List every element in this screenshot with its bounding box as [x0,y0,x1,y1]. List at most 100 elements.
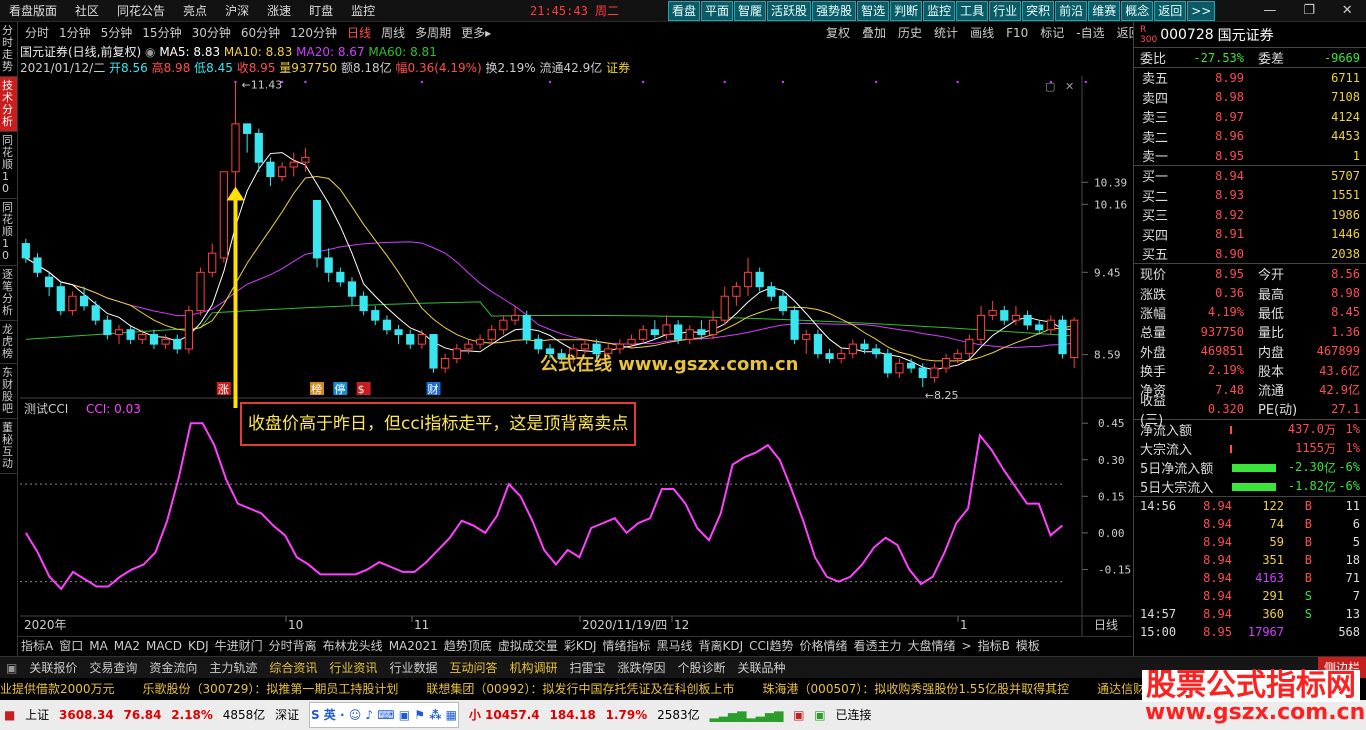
period-option[interactable]: 60分钟 [236,23,285,43]
book-price: 8.92 [1215,207,1244,222]
bottom-tab[interactable]: 综合资讯 [263,657,323,679]
quick-button[interactable]: 平面 [701,1,734,21]
minimize-icon[interactable]: — [1263,0,1276,22]
quick-button[interactable]: 概念 [1121,1,1154,21]
left-nav-item[interactable]: 董秘互动 [0,419,17,474]
bottom-tab[interactable]: 个股诊断 [672,657,732,679]
settings-icon[interactable]: ◉ [145,45,159,59]
indicator-tab[interactable]: 指标B [975,637,1013,655]
quick-button[interactable]: 智选 [857,1,890,21]
toolbar-button[interactable]: 画线 [964,23,1000,43]
indicator-tab[interactable]: 牛进财门 [212,637,266,655]
bottom-tab[interactable]: 涨跌停因 [612,657,672,679]
top-menu-item[interactable]: 沪深 [216,0,258,22]
bottom-tab[interactable]: 互动问答 [443,657,503,679]
bottom-tab[interactable]: 关联报价 [23,657,83,679]
period-option[interactable]: 更多▸ [456,23,496,43]
top-menu-item[interactable]: 监控 [342,0,384,22]
bottom-tab[interactable]: 行业资讯 [323,657,383,679]
indicator-tab[interactable]: > [959,637,975,655]
period-option[interactable]: 120分钟 [285,23,342,43]
indicator-tab[interactable]: 背离KDJ [696,637,747,655]
quick-button[interactable]: 维赛 [1088,1,1121,21]
top-menu-item[interactable]: 盯盘 [300,0,342,22]
quick-button[interactable]: 返回 [1154,1,1187,21]
period-option[interactable]: 15分钟 [137,23,186,43]
left-nav-item[interactable]: 分时走势 [0,22,17,77]
toolbar-button[interactable]: F10 [1000,23,1034,43]
bottom-tab[interactable]: 行业数据 [383,657,443,679]
alert-icon[interactable]: ▣ [793,708,804,722]
ime-toolbar[interactable]: S 英 · ☺ ♪ ⌨ ▣ ⚑ ⁂ ▦ [308,702,459,728]
quick-button[interactable]: 行业 [989,1,1022,21]
indicator-tab[interactable]: 模板 [1013,637,1043,655]
toolbar-button[interactable]: 标记 [1034,23,1070,43]
quick-button[interactable]: 智龎 [734,1,767,21]
quick-button[interactable]: >> [1187,1,1216,21]
indicator-tab[interactable]: 指标A [18,637,56,655]
top-menu-item[interactable]: 同花公告 [108,0,174,22]
toolbar-button[interactable]: -自选 [1070,23,1110,43]
indicator-tab[interactable]: MA2 [111,637,143,655]
indicator-tab[interactable]: 黑马线 [654,637,696,655]
period-option[interactable]: 分时 [20,23,54,43]
left-nav-item[interactable]: 逐笔分析 [0,266,17,321]
indicator-tab[interactable]: 看透主力 [851,637,905,655]
ticker-item[interactable]: 乐歌股份（300729）：拟推第一期员工持股计划 [143,682,399,696]
indicator-tab[interactable]: KDJ [185,637,212,655]
period-option[interactable]: 1分钟 [54,23,96,43]
toolbar-button[interactable]: 复权 [820,23,856,43]
quick-button[interactable]: 监控 [923,1,956,21]
quick-button[interactable]: 前沿 [1055,1,1088,21]
ticker-item[interactable]: 珠海港（000507）：拟收购秀强股份1.55亿股并取得其控 [763,682,1070,696]
ticker-item[interactable]: 联想集团（00992）：拟发行中国存托凭证及在科创板上市 [426,682,734,696]
close-icon[interactable]: ✕ [1342,0,1353,22]
indicator-tab[interactable]: 趋势顶底 [441,637,495,655]
left-nav-item[interactable]: 同花顺10 [0,199,17,266]
bottom-tab[interactable]: 交易查询 [83,657,143,679]
top-menu-item[interactable]: 亮点 [174,0,216,22]
indicator-tab[interactable]: 布林龙头线 [320,637,386,655]
x-axis-label: 2020/11/19/四 [582,618,667,632]
ticker-item[interactable]: 业提供借款2000万元 [0,682,115,696]
quick-button[interactable]: 强势股 [812,1,857,21]
bottom-tab[interactable]: 机构调研 [503,657,563,679]
left-nav-item[interactable]: 同花顺10 [0,132,17,199]
indicator-tab[interactable]: 虚拟成交量 [495,637,561,655]
top-menu-item[interactable]: 社区 [66,0,108,22]
indicator-tab[interactable]: 大盘情绪 [905,637,959,655]
panel-toggle-icon[interactable]: ▣ [0,657,23,679]
toolbar-button[interactable]: 叠加 [856,23,892,43]
quick-button[interactable]: 活跃股 [767,1,812,21]
bottom-tab[interactable]: 主力轨迹 [203,657,263,679]
period-option[interactable]: 30分钟 [187,23,236,43]
indicator-tab[interactable]: 窗口 [56,637,86,655]
bottom-tab[interactable]: 关联品种 [732,657,792,679]
period-option[interactable]: 日线 [342,23,376,43]
top-menu-item[interactable]: 涨速 [258,0,300,22]
indicator-tab[interactable]: 分时背离 [266,637,320,655]
left-nav-item[interactable]: 东财股吧 [0,364,17,419]
restore-icon[interactable]: ❐ [1303,0,1315,22]
toolbar-button[interactable]: 历史 [892,23,928,43]
toolbar-button[interactable]: 统计 [928,23,964,43]
period-option[interactable]: 周线 [376,23,410,43]
period-option[interactable]: 多周期 [410,23,456,43]
indicator-tab[interactable]: CCI趋势 [746,637,796,655]
left-nav-item[interactable]: 龙虎榜 [0,321,17,364]
quick-button[interactable]: 工具 [956,1,989,21]
indicator-tab[interactable]: 情绪指标 [599,637,653,655]
quick-button[interactable]: 看盘 [668,1,701,21]
left-nav-item[interactable]: 技术分析 [0,77,17,132]
bottom-tab[interactable]: 扫雷宝 [563,657,611,679]
indicator-tab[interactable]: 价格情绪 [796,637,850,655]
top-menu-item[interactable]: 看盘版面 [0,0,66,22]
indicator-tab[interactable]: MA2021 [386,637,441,655]
quick-button[interactable]: 判断 [890,1,923,21]
indicator-tab[interactable]: 彩KDJ [561,637,600,655]
period-option[interactable]: 5分钟 [96,23,138,43]
quick-button[interactable]: 突积 [1022,1,1055,21]
indicator-tab[interactable]: MACD [143,637,185,655]
indicator-tab[interactable]: MA [86,637,111,655]
bottom-tab[interactable]: 资金流向 [143,657,203,679]
